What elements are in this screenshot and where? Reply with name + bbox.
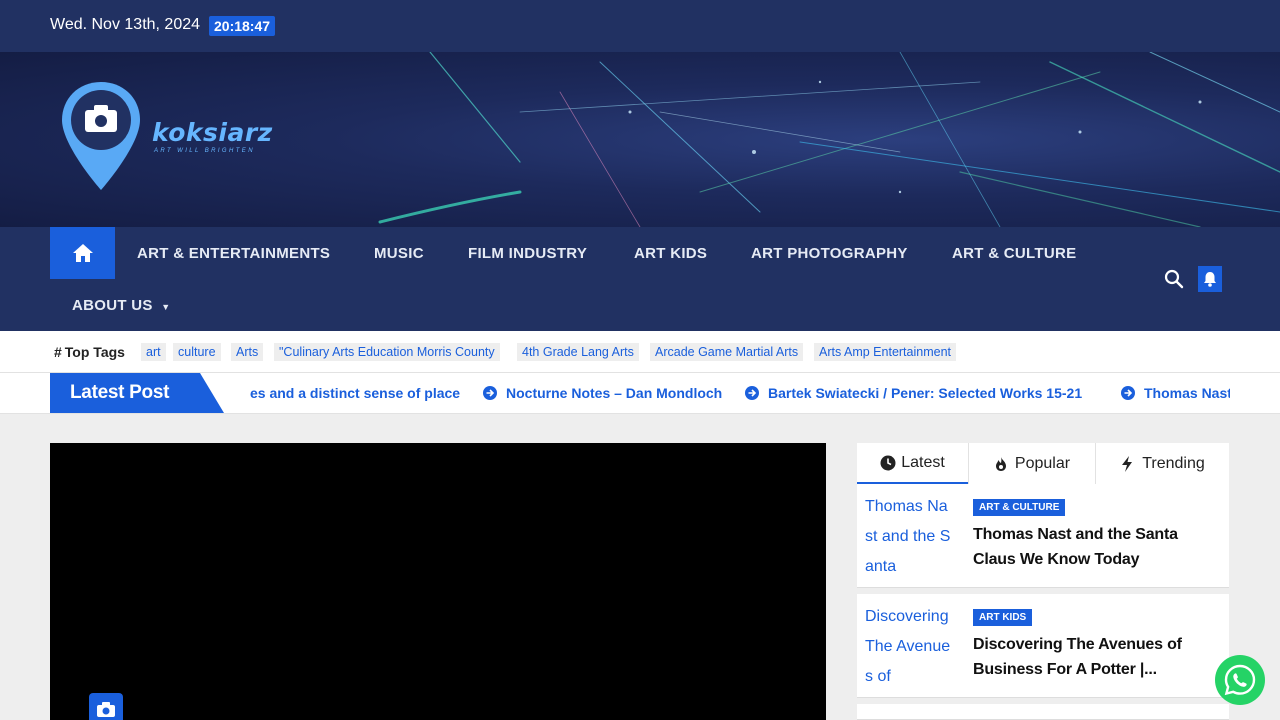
hash-icon: # <box>54 344 62 360</box>
tag-culinary-arts[interactable]: "Culinary Arts Education Morris County <box>274 343 500 361</box>
fire-icon <box>995 456 1006 471</box>
sidebar-post-card[interactable]: Thomas Nast and the Santa ART & CULTURE … <box>857 484 1229 588</box>
current-date: Wed. Nov 13th, 2024 <box>50 16 201 33</box>
site-brand[interactable]: koksiarz <box>152 118 273 147</box>
ticker-item[interactable]: Bartek Swiatecki / Pener: Selected Works… <box>768 385 1082 401</box>
tag-arts-amp-entertainment[interactable]: Arts Amp Entertainment <box>814 343 957 361</box>
search-icon[interactable] <box>1164 269 1184 289</box>
top-bar: Wed. Nov 13th, 2024 20:18:47 <box>0 0 1280 52</box>
featured-media[interactable] <box>50 443 826 720</box>
media-camera-button[interactable] <box>89 693 123 720</box>
post-title[interactable]: Discovering The Avenues of Business For … <box>973 632 1213 682</box>
post-thumbnail-alt[interactable]: Thomas Nast and the Santa <box>865 492 953 582</box>
sidebar-tabs: Latest Popular Trending <box>857 443 1229 484</box>
arrow-circle-right-icon <box>1121 386 1135 400</box>
tag-arts[interactable]: Arts <box>231 343 264 361</box>
whatsapp-chat-button[interactable] <box>1215 655 1265 705</box>
post-title[interactable]: Thomas Nast and the Santa Claus We Know … <box>973 522 1213 572</box>
bolt-icon <box>1122 455 1133 472</box>
nav-music[interactable]: MUSIC <box>374 245 424 262</box>
bell-icon <box>1204 272 1216 287</box>
tag-arcade-game-martial-arts[interactable]: Arcade Game Martial Arts <box>650 343 804 361</box>
logo-pin-icon[interactable] <box>58 80 148 195</box>
top-tags-heading: # Top Tags <box>54 344 125 360</box>
whatsapp-icon <box>1224 664 1256 696</box>
ticker-track: es and a distinct sense of place Nocturn… <box>250 373 1230 413</box>
nav-about-us[interactable]: ABOUT US ▼ <box>72 297 170 314</box>
post-thumbnail-alt[interactable]: Discovering The Avenues of <box>865 602 953 692</box>
top-tags-bar: # Top Tags art culture Arts "Culinary Art… <box>0 331 1280 373</box>
notification-button[interactable] <box>1198 266 1222 292</box>
ticker-item[interactable]: es and a distinct sense of place <box>250 385 460 401</box>
arrow-circle-right-icon <box>745 386 759 400</box>
tab-trending[interactable]: Trending <box>1096 443 1229 484</box>
nav-art-culture[interactable]: ART & CULTURE <box>952 245 1076 262</box>
nav-art-photography[interactable]: ART PHOTOGRAPHY <box>751 245 908 262</box>
ticker-item[interactable]: Thomas Nast <box>1144 385 1230 401</box>
post-category-badge[interactable]: ART & CULTURE <box>973 499 1066 516</box>
main-navigation: ART & ENTERTAINMENTS MUSIC FILM INDUSTRY… <box>0 227 1280 331</box>
home-icon <box>72 244 93 262</box>
tab-latest[interactable]: Latest <box>857 443 968 484</box>
nav-art-kids[interactable]: ART KIDS <box>634 245 707 262</box>
ticker-item[interactable]: Nocturne Notes – Dan Mondloch <box>506 385 722 401</box>
header-banner: koksiarz ART WILL BRIGHTEN <box>0 52 1280 227</box>
tab-popular-label: Popular <box>1014 454 1071 472</box>
tag-art[interactable]: art <box>141 343 166 361</box>
nav-about-us-label: ABOUT US <box>72 297 153 314</box>
latest-post-ticker: Latest Post es and a distinct sense of p… <box>0 373 1280 414</box>
camera-icon <box>97 702 115 717</box>
clock-icon <box>880 455 896 470</box>
nav-film-industry[interactable]: FILM INDUSTRY <box>468 245 587 262</box>
tag-4th-grade-lang-arts[interactable]: 4th Grade Lang Arts <box>517 343 639 361</box>
post-category-badge[interactable]: ART KIDS <box>973 609 1033 626</box>
tab-popular[interactable]: Popular <box>969 443 1095 484</box>
caret-down-icon: ▼ <box>161 302 171 312</box>
current-time: 20:18:47 <box>209 16 276 36</box>
sidebar-post-card[interactable] <box>857 704 1229 720</box>
tab-trending-label: Trending <box>1142 454 1205 472</box>
arrow-circle-right-icon <box>483 386 497 400</box>
tab-latest-label: Latest <box>901 453 945 471</box>
latest-post-label: Latest Post <box>50 373 224 413</box>
nav-art-entertainments[interactable]: ART & ENTERTAINMENTS <box>137 245 330 262</box>
top-tags-label: Top Tags <box>64 344 125 360</box>
tag-culture[interactable]: culture <box>173 343 221 361</box>
home-button[interactable] <box>50 227 115 279</box>
sidebar-post-card[interactable]: Discovering The Avenues of ART KIDS Disc… <box>857 594 1229 698</box>
site-tagline: ART WILL BRIGHTEN <box>154 148 255 154</box>
